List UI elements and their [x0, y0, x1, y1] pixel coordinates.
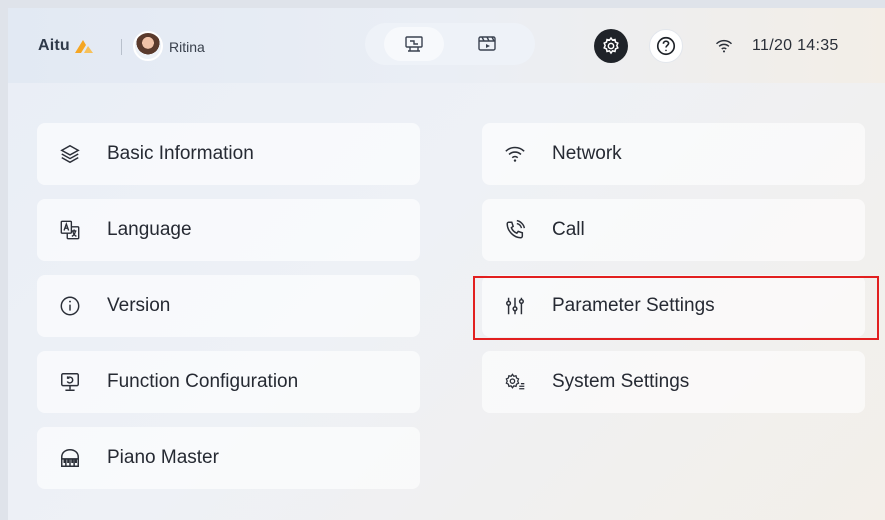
sliders-icon	[504, 295, 526, 317]
menu-version[interactable]: Version	[37, 275, 420, 337]
machine-icon	[404, 36, 423, 52]
settings-screen: Aitu Ritina 11/20 14:35 Basic Informatio…	[8, 8, 885, 520]
translate-icon	[59, 219, 81, 241]
gear-icon	[603, 36, 619, 55]
menu-parameter-settings[interactable]: Parameter Settings	[482, 275, 865, 337]
wifi-icon	[715, 39, 733, 53]
settings-button[interactable]	[594, 29, 628, 63]
layers-icon	[59, 143, 81, 165]
menu-label: System Settings	[552, 371, 690, 392]
clock: 11/20 14:35	[752, 37, 839, 54]
top-bar: Aitu Ritina 11/20 14:35	[8, 8, 885, 83]
wifi-icon	[504, 143, 526, 165]
system-gear-icon	[504, 371, 526, 393]
menu-language[interactable]: Language	[37, 199, 420, 261]
menu-network[interactable]: Network	[482, 123, 865, 185]
menu-label: Network	[552, 143, 622, 164]
menu-label: Parameter Settings	[552, 295, 715, 316]
brand-logo: Aitu	[38, 37, 95, 55]
menu-label: Piano Master	[107, 447, 219, 468]
menu-basic-information[interactable]: Basic Information	[37, 123, 420, 185]
menu-label: Function Configuration	[107, 371, 299, 392]
avatar[interactable]	[133, 31, 163, 61]
menu-label: Version	[107, 295, 171, 316]
help-icon	[656, 36, 676, 56]
menu-system-settings[interactable]: System Settings	[482, 351, 865, 413]
machine-mode-button[interactable]	[383, 27, 444, 61]
menu-label: Basic Information	[107, 143, 254, 164]
menu-label: Language	[107, 219, 192, 240]
menu-function-configuration[interactable]: Function Configuration	[37, 351, 420, 413]
video-mode-button[interactable]	[457, 27, 517, 61]
menu-call[interactable]: Call	[482, 199, 865, 261]
info-icon	[59, 295, 81, 317]
piano-icon	[59, 447, 81, 469]
brand-mark-icon	[74, 40, 93, 53]
video-icon	[477, 36, 496, 51]
phone-icon	[504, 219, 526, 241]
header-divider	[121, 39, 122, 55]
help-button[interactable]	[649, 29, 683, 63]
brand-name: Aitu	[38, 37, 70, 54]
monitor-icon	[59, 371, 81, 393]
mode-switcher	[365, 23, 535, 65]
wifi-status	[715, 38, 733, 59]
menu-piano-master[interactable]: Piano Master	[37, 427, 420, 489]
menu-label: Call	[552, 219, 585, 240]
user-name[interactable]: Ritina	[169, 39, 205, 55]
